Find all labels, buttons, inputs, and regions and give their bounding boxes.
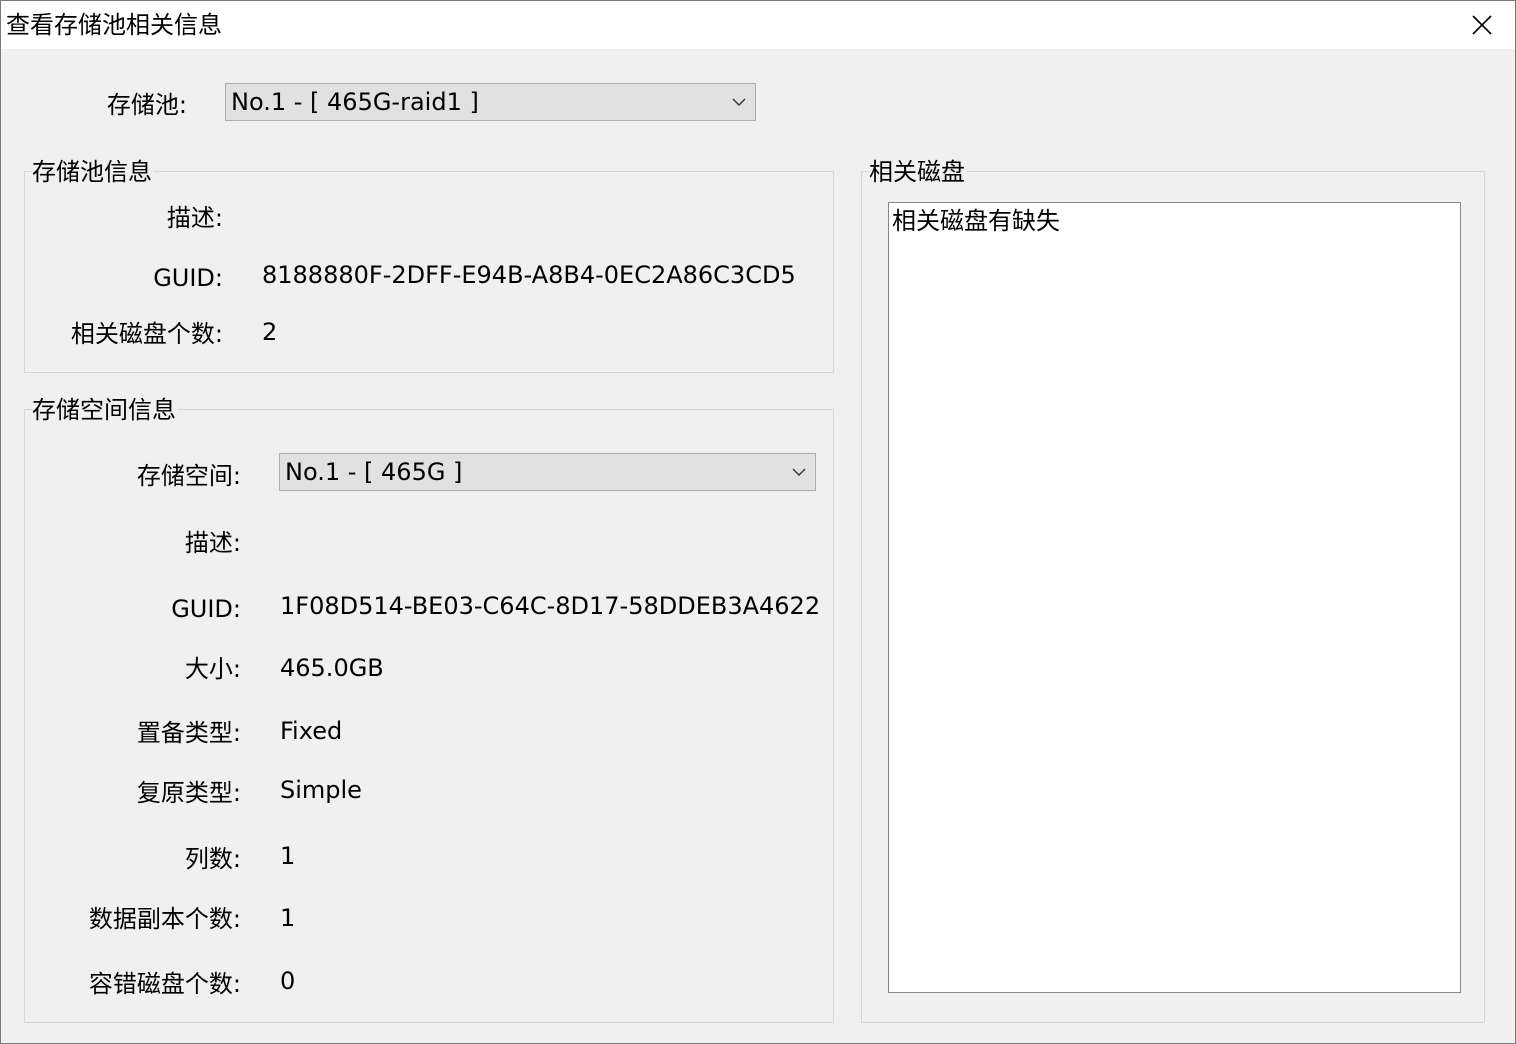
list-item[interactable]: 相关磁盘有缺失 [892, 206, 1060, 236]
pool-select-value: No.1 - [ 465G-raid1 ] [231, 88, 479, 116]
space-columns-label: 列数: [184, 845, 241, 873]
related-disks-title: 相关磁盘 [869, 157, 967, 187]
space-fault-tolerance-value: 0 [280, 967, 296, 995]
chevron-down-icon [792, 468, 806, 476]
space-select[interactable]: No.1 - [ 465G ] [279, 453, 816, 491]
space-size-value: 465.0GB [280, 654, 384, 682]
window-title: 查看存储池相关信息 [6, 11, 222, 39]
pool-disk-count-label: 相关磁盘个数: [70, 320, 223, 348]
chevron-down-icon [732, 98, 746, 106]
space-size-label: 大小: [184, 655, 241, 683]
close-icon [1472, 15, 1492, 35]
pool-guid-label: GUID: [153, 264, 223, 292]
space-desc-label: 描述: [184, 529, 241, 557]
space-copies-label: 数据副本个数: [88, 905, 241, 933]
pool-desc-label: 描述: [166, 204, 223, 232]
pool-disk-count-value: 2 [262, 318, 278, 346]
title-bar: 查看存储池相关信息 [1, 1, 1515, 49]
space-resiliency-value: Simple [280, 776, 362, 804]
close-button[interactable] [1449, 1, 1515, 49]
space-provision-label: 置备类型: [136, 719, 241, 747]
space-select-value: No.1 - [ 465G ] [285, 458, 463, 486]
space-provision-value: Fixed [280, 717, 343, 745]
pool-label: 存储池: [106, 91, 187, 119]
space-info-title: 存储空间信息 [32, 395, 178, 425]
space-label: 存储空间: [136, 462, 241, 490]
dialog-window: 查看存储池相关信息 存储池: No.1 - [ 465G-raid1 ] 存储池… [0, 0, 1516, 1044]
related-disks-list[interactable]: 相关磁盘有缺失 [888, 202, 1461, 993]
space-fault-tolerance-label: 容错磁盘个数: [88, 970, 241, 998]
pool-select[interactable]: No.1 - [ 465G-raid1 ] [225, 83, 756, 121]
space-resiliency-label: 复原类型: [136, 779, 241, 807]
space-copies-value: 1 [280, 904, 296, 932]
space-columns-value: 1 [280, 842, 296, 870]
space-guid-label: GUID: [171, 595, 241, 623]
space-guid-value: 1F08D514-BE03-C64C-8D17-58DDEB3A4622 [280, 592, 821, 620]
pool-info-title: 存储池信息 [32, 157, 154, 187]
pool-guid-value: 8188880F-2DFF-E94B-A8B4-0EC2A86C3CD5 [262, 261, 796, 289]
